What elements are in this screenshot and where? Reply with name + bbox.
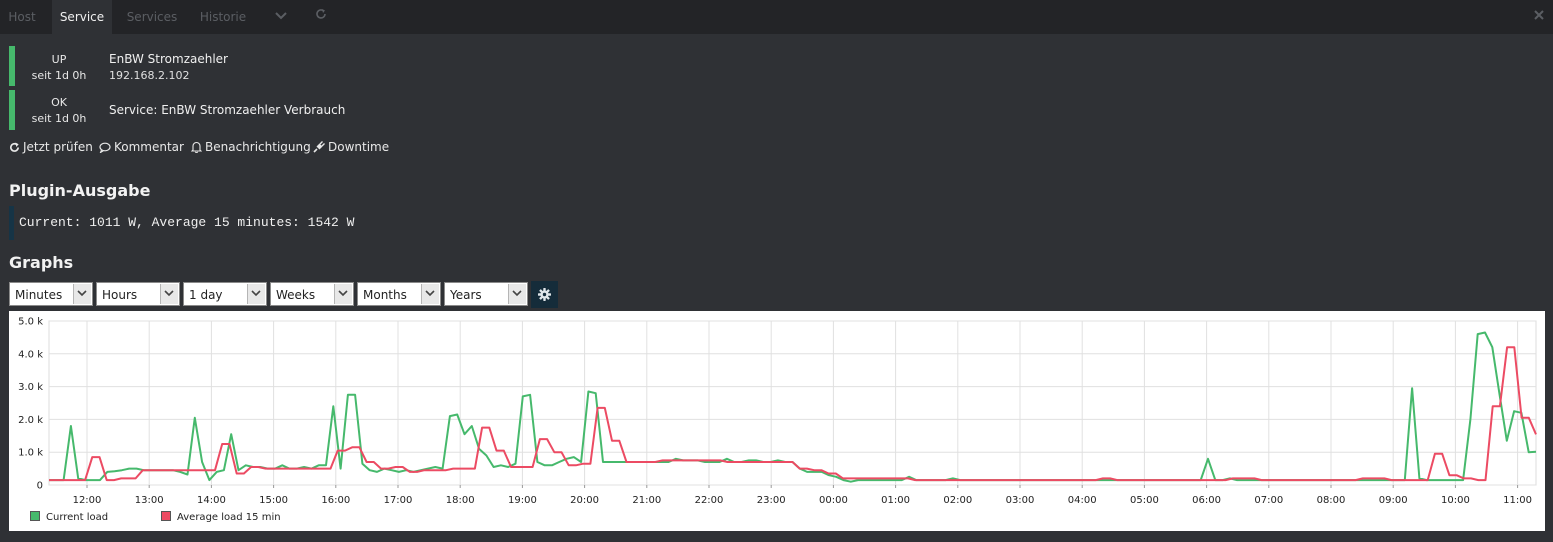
plugin-output-heading: Plugin-Ausgabe <box>9 181 151 200</box>
chevron-down-icon <box>73 284 91 304</box>
tab-service[interactable]: Service <box>52 0 112 34</box>
graph-settings-button[interactable] <box>531 281 558 308</box>
chevron-down-icon <box>247 284 265 304</box>
select-weeks[interactable]: Weeks <box>270 282 354 306</box>
x-tick-label: 19:00 <box>508 495 537 506</box>
x-tick-label: 20:00 <box>570 495 599 506</box>
y-tick-label: 1.0 k <box>18 448 43 459</box>
y-tick-label: 0 <box>37 481 43 492</box>
x-tick-label: 05:00 <box>1130 495 1159 506</box>
x-tick-label: 18:00 <box>446 495 475 506</box>
chevron-down-icon <box>334 284 352 304</box>
tab-services[interactable]: Services <box>120 0 184 34</box>
x-tick-label: 13:00 <box>135 495 164 506</box>
comment-button[interactable]: Kommentar <box>99 140 184 154</box>
bell-icon <box>190 141 203 154</box>
x-tick-label: 08:00 <box>1317 495 1346 506</box>
y-tick-label: 4.0 k <box>18 349 43 360</box>
plug-icon <box>313 141 325 153</box>
refresh-icon <box>10 142 19 152</box>
x-tick-label: 03:00 <box>1006 495 1035 506</box>
host-state-since: seit 1d 0h <box>31 69 87 82</box>
legend-current-load[interactable]: Current load <box>30 511 108 525</box>
chevron-down-icon <box>421 284 439 304</box>
chevron-down-icon <box>508 284 526 304</box>
service-state-since: seit 1d 0h <box>31 112 87 125</box>
tab-historie[interactable]: Historie <box>192 0 254 34</box>
select-minutes[interactable]: Minutes <box>9 282 93 306</box>
x-tick-label: 04:00 <box>1068 495 1097 506</box>
select-hours[interactable]: Hours <box>96 282 180 306</box>
host-name[interactable]: EnBW Stromzaehler <box>109 52 228 66</box>
x-tick-label: 00:00 <box>819 495 848 506</box>
x-tick-label: 02:00 <box>943 495 972 506</box>
x-tick-label: 22:00 <box>695 495 724 506</box>
service-name: Service: EnBW Stromzaehler Verbrauch <box>109 103 346 117</box>
comment-icon <box>99 142 111 154</box>
x-tick-label: 07:00 <box>1254 495 1283 506</box>
plugin-output-box: Current: 1011 W, Average 15 minutes: 154… <box>9 206 434 240</box>
plugin-output-text: Current: 1011 W, Average 15 minutes: 154… <box>19 215 355 230</box>
legend-swatch-average <box>161 511 171 521</box>
legend-average-load[interactable]: Average load 15 min <box>161 511 281 525</box>
x-tick-label: 10:00 <box>1441 495 1470 506</box>
x-tick-label: 15:00 <box>259 495 288 506</box>
x-tick-label: 06:00 <box>1192 495 1221 506</box>
y-tick-label: 2.0 k <box>18 415 43 426</box>
series-average-load <box>49 346 1537 482</box>
host-state-label: UP <box>51 53 67 66</box>
chevron-down-icon <box>160 284 178 304</box>
y-tick-label: 3.0 k <box>18 382 43 393</box>
select-months[interactable]: Months <box>357 282 441 306</box>
plot-frame <box>48 320 1537 486</box>
x-tick-label: 16:00 <box>321 495 350 506</box>
host-state-row: UP seit 1d 0h EnBW Stromzaehler 192.168.… <box>9 46 409 86</box>
gear-icon <box>538 288 551 301</box>
x-tick-label: 21:00 <box>632 495 661 506</box>
x-tick-label: 12:00 <box>73 495 102 506</box>
downtime-button[interactable]: Downtime <box>313 140 389 154</box>
x-tick-label: 11:00 <box>1503 495 1532 506</box>
check-now-button[interactable]: Jetzt prüfen <box>9 140 93 154</box>
refresh-icon[interactable] <box>310 0 332 34</box>
y-tick-label: 5.0 k <box>18 317 43 328</box>
notification-button[interactable]: Benachrichtigung <box>190 140 311 154</box>
service-state-label: OK <box>51 96 67 109</box>
x-tick-label: 09:00 <box>1379 495 1408 506</box>
select-years[interactable]: Years <box>444 282 528 306</box>
graphs-heading: Graphs <box>9 253 74 272</box>
tab-host[interactable]: Host <box>0 0 44 34</box>
x-tick-label: 23:00 <box>757 495 786 506</box>
x-tick-label: 17:00 <box>384 495 413 506</box>
load-chart: 0 1.0 k 2.0 k 3.0 k 4.0 k 5.0 k 12:00 13:00 14:0… <box>18 317 1537 506</box>
chevron-down-icon[interactable] <box>270 0 292 34</box>
service-state-row: OK seit 1d 0h Service: EnBW Stromzaehler… <box>9 90 409 130</box>
legend-swatch-current <box>30 511 40 521</box>
load-graph: 0 1.0 k 2.0 k 3.0 k 4.0 k 5.0 k 12:00 13:00 14:0… <box>9 311 1545 531</box>
tab-bar: Host Service Services Historie <box>0 0 1553 34</box>
host-address: 192.168.2.102 <box>109 69 190 82</box>
close-icon[interactable] <box>1530 0 1548 34</box>
select-day[interactable]: 1 day <box>183 282 267 306</box>
series-current-load <box>49 331 1537 483</box>
x-tick-label: 14:00 <box>197 495 226 506</box>
x-tick-label: 01:00 <box>881 495 910 506</box>
